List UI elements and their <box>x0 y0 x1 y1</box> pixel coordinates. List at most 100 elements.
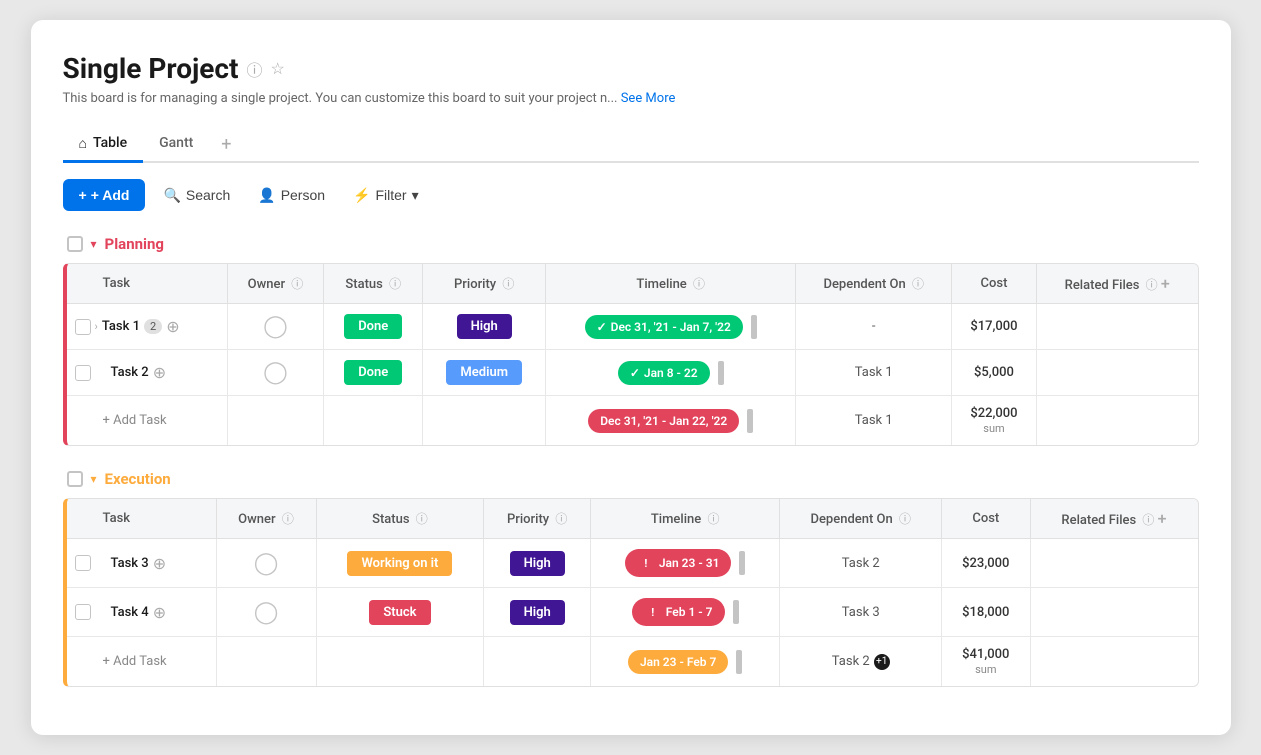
th-dependent-on: Dependent On ⓘ <box>780 499 942 539</box>
task-add-icon[interactable]: ⊕ <box>166 317 179 336</box>
priority-badge: High <box>510 551 565 576</box>
priority-badge: High <box>457 314 512 339</box>
task-add-icon[interactable]: ⊕ <box>153 603 166 622</box>
dependent-on: - <box>872 319 876 334</box>
row-checkbox[interactable] <box>75 365 91 381</box>
execution-chevron[interactable]: ▾ <box>91 472 97 486</box>
search-button[interactable]: 🔍 Search <box>153 181 240 210</box>
related-files-cell <box>1030 539 1198 588</box>
timeline-bar[interactable] <box>736 650 742 674</box>
timeline-badge: ✓ Dec 31, '21 - Jan 7, '22 <box>585 315 743 339</box>
related-files-add[interactable]: + <box>1161 274 1170 293</box>
add-button[interactable]: + + Add <box>63 179 146 211</box>
filter-icon: ⚡ <box>353 187 370 204</box>
info-icon[interactable]: ⓘ <box>247 57 263 81</box>
task-add-icon[interactable]: ⊕ <box>153 363 166 382</box>
owner-cell: ◯ <box>227 350 323 396</box>
priority-badge: High <box>510 600 565 625</box>
priority-cell[interactable]: High <box>484 539 591 588</box>
timeline-cell: ! Feb 1 - 7 <box>590 588 779 637</box>
add-task-row: + Add Task Dec 31, '21 - Jan 22, '22 <box>67 396 1198 446</box>
page-title: Single Project <box>63 52 239 85</box>
subtask-count: 2 <box>144 319 162 334</box>
sum-dependent-on-cell: Task 2 +1 <box>780 637 942 687</box>
execution-table-wrap: Task Owner ⓘ Status ⓘ Priority ⓘ Timelin… <box>63 498 1199 687</box>
status-cell[interactable]: Done <box>324 304 423 350</box>
priority-cell[interactable]: High <box>423 304 546 350</box>
th-task: Task <box>67 499 217 539</box>
avatar: ◯ <box>254 551 279 576</box>
status-badge: Done <box>344 314 402 339</box>
table-row: Task 2 ⊕ ◯ Done Medium <box>67 350 1198 396</box>
status-cell[interactable]: Stuck <box>316 588 484 637</box>
main-card: Single Project ⓘ ☆ This board is for man… <box>31 20 1231 735</box>
th-owner: Owner ⓘ <box>216 499 316 539</box>
sum-dependent-on: Task 1 <box>855 413 893 428</box>
timeline-bar[interactable] <box>747 409 753 433</box>
person-button[interactable]: 👤 Person <box>248 181 335 210</box>
cost-cell: $23,000 <box>942 539 1030 588</box>
status-badge: Done <box>344 360 402 385</box>
exclaim-icon: ! <box>644 603 662 621</box>
page-description: This board is for managing a single proj… <box>63 91 1199 106</box>
filter-button[interactable]: ⚡ Filter ▾ <box>343 181 429 210</box>
dependent-on-cell: Task 2 <box>780 539 942 588</box>
table-row: › Task 1 2 ⊕ ◯ Done <box>67 304 1198 350</box>
check-icon: ✓ <box>630 366 640 380</box>
task-cell: Task 3 ⊕ <box>67 539 217 588</box>
tab-gantt[interactable]: Gantt <box>143 127 209 162</box>
th-dependent-on: Dependent On ⓘ <box>796 264 951 304</box>
empty-cell <box>227 396 323 446</box>
chevron-down-icon: ▾ <box>412 187 419 204</box>
row-checkbox[interactable] <box>75 319 91 335</box>
sum-dependent-on-cell: Task 1 <box>796 396 951 446</box>
add-task-cell[interactable]: + Add Task <box>67 396 228 446</box>
avatar: ◯ <box>254 600 279 625</box>
planning-checkbox[interactable] <box>67 236 83 252</box>
star-icon[interactable]: ☆ <box>271 59 285 78</box>
add-tab-button[interactable]: + <box>209 126 243 163</box>
status-cell[interactable]: Done <box>324 350 423 396</box>
toolbar: + + Add 🔍 Search 👤 Person ⚡ Filter ▾ <box>63 179 1199 211</box>
timeline-bar[interactable] <box>751 315 757 339</box>
execution-checkbox[interactable] <box>67 471 83 487</box>
priority-cell[interactable]: Medium <box>423 350 546 396</box>
timeline-badge: ! Jan 23 - 31 <box>625 549 732 577</box>
tab-table[interactable]: ⌂ Table <box>63 127 144 163</box>
planning-header: ▾ Planning <box>63 235 1199 253</box>
owner-cell: ◯ <box>216 539 316 588</box>
th-timeline: Timeline ⓘ <box>590 499 779 539</box>
table-row: Task 4 ⊕ ◯ Stuck High <box>67 588 1198 637</box>
sum-timeline-badge: Dec 31, '21 - Jan 22, '22 <box>588 409 739 433</box>
related-files-add[interactable]: + <box>1158 509 1167 528</box>
timeline-cell: ! Jan 23 - 31 <box>590 539 779 588</box>
row-checkbox[interactable] <box>75 555 91 571</box>
empty-cell <box>316 637 484 687</box>
status-cell[interactable]: Working on it <box>316 539 484 588</box>
th-owner: Owner ⓘ <box>227 264 323 304</box>
planning-header-row: Task Owner ⓘ Status ⓘ Priority ⓘ Timelin… <box>67 264 1198 304</box>
timeline-badge: ✓ Jan 8 - 22 <box>618 361 710 385</box>
dependent-on-cell: - <box>796 304 951 350</box>
timeline-bar[interactable] <box>718 361 724 385</box>
planning-chevron[interactable]: ▾ <box>91 237 97 251</box>
related-files-cell <box>1036 350 1197 396</box>
sum-timeline-cell: Jan 23 - Feb 7 <box>590 637 779 687</box>
priority-cell[interactable]: High <box>484 588 591 637</box>
task-name: Task 3 <box>95 556 149 571</box>
task-add-icon[interactable]: ⊕ <box>153 554 166 573</box>
dependent-on-cell: Task 3 <box>780 588 942 637</box>
cost-cell: $5,000 <box>951 350 1036 396</box>
timeline-bar[interactable] <box>733 600 739 624</box>
see-more-link[interactable]: See More <box>621 91 676 106</box>
timeline-cell: ✓ Dec 31, '21 - Jan 7, '22 <box>545 304 796 350</box>
row-checkbox[interactable] <box>75 604 91 620</box>
timeline-badge: ! Feb 1 - 7 <box>632 598 725 626</box>
add-task-cell[interactable]: + Add Task <box>67 637 217 687</box>
execution-table: Task Owner ⓘ Status ⓘ Priority ⓘ Timelin… <box>67 499 1198 686</box>
expand-icon[interactable]: › <box>95 320 98 333</box>
cost-value: $18,000 <box>962 605 1009 620</box>
timeline-bar[interactable] <box>739 551 745 575</box>
sum-timeline-badge: Jan 23 - Feb 7 <box>628 650 728 674</box>
tab-bar: ⌂ Table Gantt + <box>63 126 1199 163</box>
